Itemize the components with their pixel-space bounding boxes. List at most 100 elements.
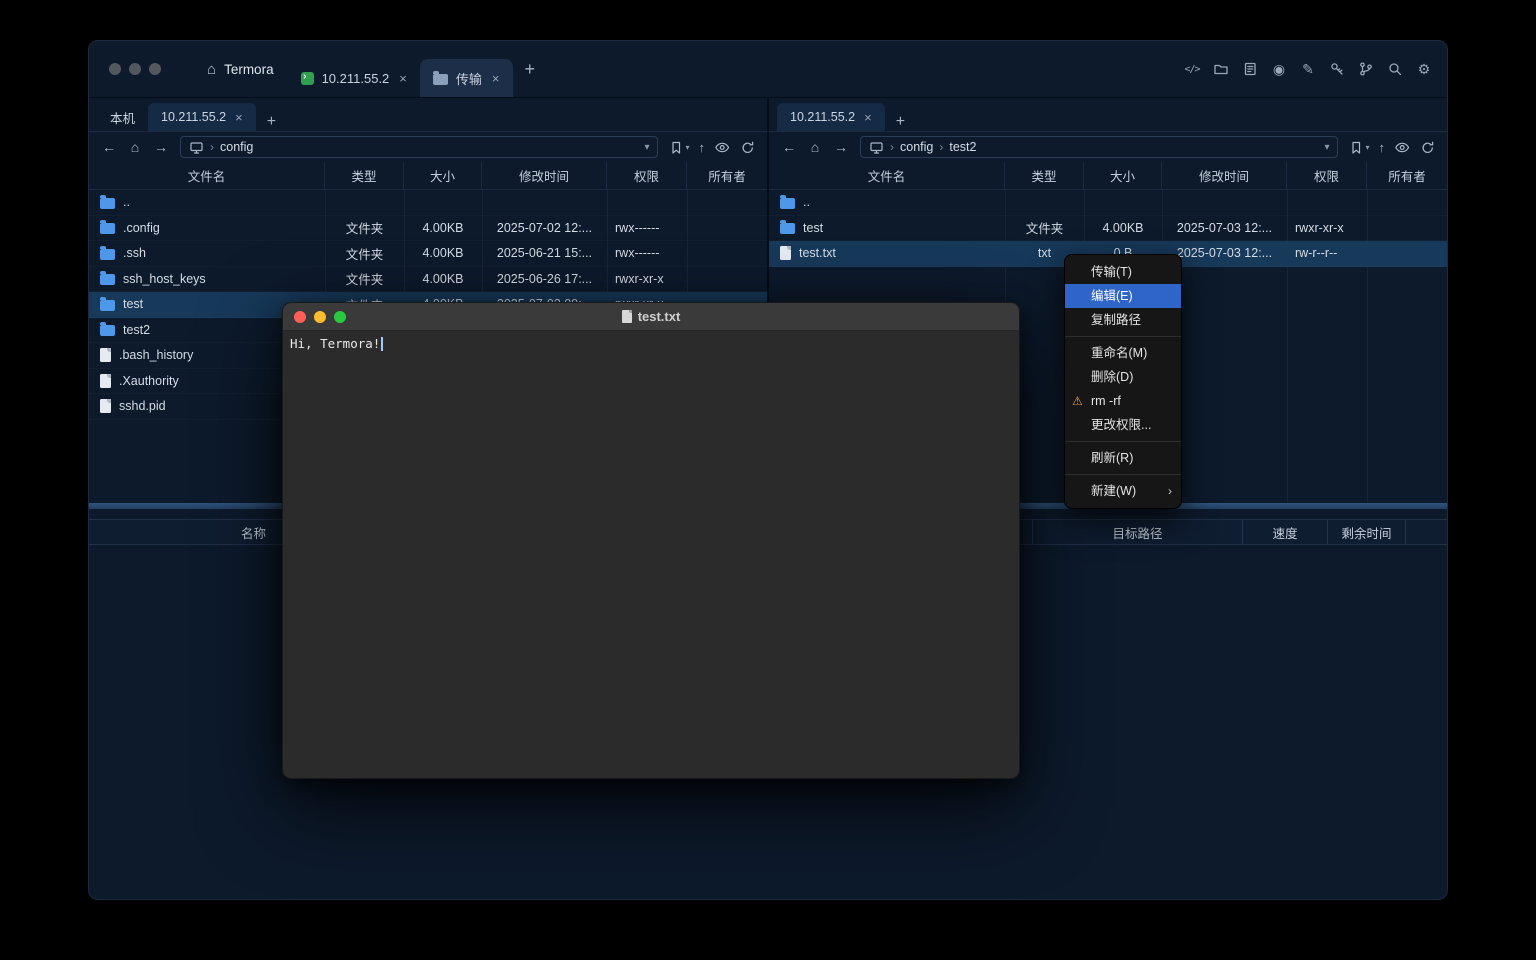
- refresh-button[interactable]: [740, 140, 755, 155]
- home-button[interactable]: ⌂: [123, 136, 147, 158]
- column-header-type[interactable]: 类型: [325, 162, 404, 189]
- column-header-size[interactable]: 大小: [404, 162, 482, 189]
- chevron-down-icon[interactable]: ▾: [1324, 142, 1329, 153]
- settings-icon[interactable]: ⚙: [1415, 60, 1433, 78]
- record-icon[interactable]: ◉: [1270, 60, 1288, 78]
- search-icon[interactable]: [1386, 60, 1404, 78]
- crumb-separator: ›: [939, 140, 943, 154]
- column-header-name[interactable]: 文件名: [769, 162, 1005, 189]
- menu-item-new[interactable]: 新建(W) ›: [1065, 479, 1181, 503]
- parent-dir-button[interactable]: ↑: [699, 140, 706, 155]
- column-header-mtime[interactable]: 修改时间: [1162, 162, 1287, 189]
- column-header-perm[interactable]: 权限: [607, 162, 687, 189]
- notebook-icon[interactable]: [1241, 60, 1259, 78]
- window-titlebar: ⌂ Termora 10.211.55.2 × 传输 × + </> ◉ ✎: [89, 41, 1447, 97]
- column-header-owner[interactable]: 所有者: [687, 162, 767, 189]
- column-header-size[interactable]: 大小: [1084, 162, 1162, 189]
- back-button[interactable]: ←: [97, 136, 121, 158]
- queue-header-end-spacer: [1406, 520, 1447, 544]
- folder-icon: [100, 325, 115, 336]
- context-menu: 传输(T) 编辑(E) 复制路径 重命名(M) 删除(D) ⚠ rm -rf 更…: [1064, 254, 1182, 509]
- eye-icon: [714, 140, 731, 155]
- forward-button[interactable]: →: [149, 136, 173, 158]
- new-panel-tab-button[interactable]: +: [256, 113, 287, 131]
- key-icon[interactable]: [1328, 60, 1346, 78]
- queue-header-destination[interactable]: 目标路径: [1033, 520, 1243, 544]
- show-hidden-button[interactable]: [714, 140, 731, 155]
- bookmark-icon: [669, 140, 683, 155]
- caret-down-icon: ▾: [1365, 143, 1369, 152]
- folder-icon: [780, 223, 795, 234]
- menu-item-rename[interactable]: 重命名(M): [1065, 341, 1181, 365]
- column-header-name[interactable]: 文件名: [89, 162, 325, 189]
- editor-content[interactable]: Hi, Termora!: [283, 331, 1019, 778]
- branch-icon[interactable]: [1357, 60, 1375, 78]
- menu-item-transfer[interactable]: 传输(T): [1065, 260, 1181, 284]
- column-header-owner[interactable]: 所有者: [1367, 162, 1447, 189]
- minimize-window-button[interactable]: [129, 63, 141, 75]
- file-row[interactable]: ..: [769, 190, 1447, 216]
- tab-local[interactable]: 本机: [97, 103, 148, 131]
- close-icon[interactable]: ×: [492, 71, 500, 86]
- queue-header-speed[interactable]: 速度: [1243, 520, 1328, 544]
- close-window-button[interactable]: [294, 311, 306, 323]
- parent-dir-button[interactable]: ↑: [1379, 140, 1386, 155]
- menu-item-delete[interactable]: 删除(D): [1065, 365, 1181, 389]
- file-icon: [100, 374, 111, 388]
- file-name: .Xauthority: [119, 374, 179, 388]
- menu-item-edit[interactable]: 编辑(E): [1065, 284, 1181, 308]
- tab-remote[interactable]: 10.211.55.2 ×: [148, 103, 256, 131]
- breadcrumb[interactable]: › config › test2 ▾: [860, 136, 1338, 158]
- new-panel-tab-button[interactable]: +: [885, 113, 916, 131]
- menu-item-copy-path[interactable]: 复制路径: [1065, 308, 1181, 332]
- bookmark-button[interactable]: ▾: [669, 140, 689, 155]
- file-name: ssh_host_keys: [123, 272, 206, 286]
- folder-icon[interactable]: [1212, 60, 1230, 78]
- back-button[interactable]: ←: [777, 136, 801, 158]
- file-row[interactable]: ..: [89, 190, 767, 216]
- tab-remote-label: 10.211.55.2: [161, 110, 226, 124]
- editor-title-text: test.txt: [638, 309, 681, 324]
- tab-session[interactable]: 10.211.55.2 ×: [288, 59, 420, 97]
- home-button[interactable]: ⌂: [803, 136, 827, 158]
- column-header-perm[interactable]: 权限: [1287, 162, 1367, 189]
- show-hidden-button[interactable]: [1394, 140, 1411, 155]
- crumb-segment[interactable]: test2: [949, 140, 976, 154]
- breadcrumb[interactable]: › config ▾: [180, 136, 658, 158]
- close-window-button[interactable]: [109, 63, 121, 75]
- zoom-window-button[interactable]: [149, 63, 161, 75]
- menu-item-refresh[interactable]: 刷新(R): [1065, 446, 1181, 470]
- close-icon[interactable]: ×: [399, 71, 407, 86]
- file-size: [404, 190, 482, 215]
- refresh-button[interactable]: [1420, 140, 1435, 155]
- editor-traffic-lights: [294, 311, 346, 323]
- minimize-window-button[interactable]: [314, 311, 326, 323]
- file-row[interactable]: test 文件夹 4.00KB 2025-07-03 12:... rwxr-x…: [769, 216, 1447, 242]
- menu-item-rm-rf[interactable]: ⚠ rm -rf: [1065, 389, 1181, 413]
- zoom-window-button[interactable]: [334, 311, 346, 323]
- file-row[interactable]: .ssh 文件夹 4.00KB 2025-06-21 15:... rwx---…: [89, 241, 767, 267]
- column-header-mtime[interactable]: 修改时间: [482, 162, 607, 189]
- tab-remote[interactable]: 10.211.55.2 ×: [777, 103, 885, 131]
- crumb-segment[interactable]: config: [220, 140, 253, 154]
- bookmark-button[interactable]: ▾: [1349, 140, 1369, 155]
- tab-termora-home[interactable]: ⌂ Termora: [193, 41, 288, 97]
- titlebar-tabs: 10.211.55.2 × 传输 ×: [288, 41, 513, 97]
- bookmark-icon: [1349, 140, 1363, 155]
- file-row[interactable]: .config 文件夹 4.00KB 2025-07-02 12:... rwx…: [89, 216, 767, 242]
- column-header-type[interactable]: 类型: [1005, 162, 1084, 189]
- menu-item-change-permissions[interactable]: 更改权限...: [1065, 413, 1181, 437]
- chevron-down-icon[interactable]: ▾: [644, 142, 649, 153]
- pencil-icon[interactable]: ✎: [1299, 60, 1317, 78]
- tab-transfer[interactable]: 传输 ×: [420, 59, 513, 97]
- new-tab-button[interactable]: +: [513, 59, 548, 80]
- file-row[interactable]: ssh_host_keys 文件夹 4.00KB 2025-06-26 17:.…: [89, 267, 767, 293]
- folder-icon: [100, 198, 115, 209]
- close-icon[interactable]: ×: [864, 110, 872, 125]
- queue-header-eta[interactable]: 剩余时间: [1328, 520, 1406, 544]
- close-icon[interactable]: ×: [235, 110, 243, 125]
- forward-button[interactable]: →: [829, 136, 853, 158]
- file-size: [1084, 190, 1162, 215]
- crumb-segment[interactable]: config: [900, 140, 933, 154]
- code-icon[interactable]: </>: [1183, 60, 1201, 78]
